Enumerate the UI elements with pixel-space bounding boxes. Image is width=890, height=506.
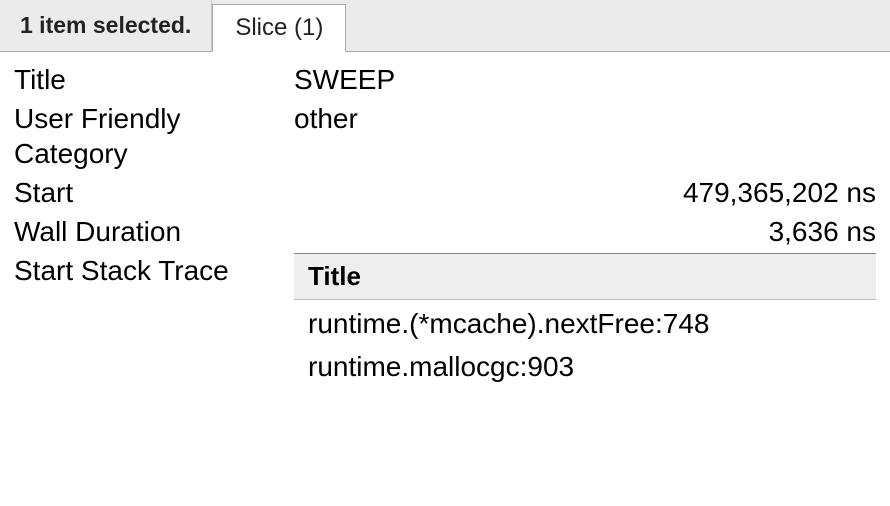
stack-trace-container: Title runtime.(*mcache).nextFree:748 run… (294, 253, 876, 386)
tab-bar: 1 item selected. Slice (1) (0, 0, 890, 52)
row-start: Start 479,365,202 ns (14, 175, 876, 210)
value-title: SWEEP (294, 62, 876, 97)
label-start: Start (14, 175, 294, 210)
stack-frame: runtime.mallocgc:903 (294, 343, 876, 386)
row-title: Title SWEEP (14, 62, 876, 97)
label-title: Title (14, 62, 294, 97)
stack-trace-header: Title (294, 254, 876, 300)
label-wall-duration: Wall Duration (14, 214, 294, 249)
selection-count: 1 item selected. (0, 0, 212, 51)
details-panel: Title SWEEP User Friendly Category other… (0, 52, 890, 400)
tab-slice[interactable]: Slice (1) (212, 4, 346, 52)
row-category: User Friendly Category other (14, 101, 876, 171)
label-stack-trace: Start Stack Trace (14, 253, 294, 288)
row-wall-duration: Wall Duration 3,636 ns (14, 214, 876, 249)
label-category: User Friendly Category (14, 101, 294, 171)
value-wall-duration: 3,636 ns (294, 214, 876, 249)
value-start: 479,365,202 ns (294, 175, 876, 210)
stack-trace-table: Title runtime.(*mcache).nextFree:748 run… (294, 253, 876, 386)
row-stack-trace: Start Stack Trace Title runtime.(*mcache… (14, 253, 876, 386)
stack-frame: runtime.(*mcache).nextFree:748 (294, 300, 876, 343)
value-category: other (294, 101, 876, 136)
